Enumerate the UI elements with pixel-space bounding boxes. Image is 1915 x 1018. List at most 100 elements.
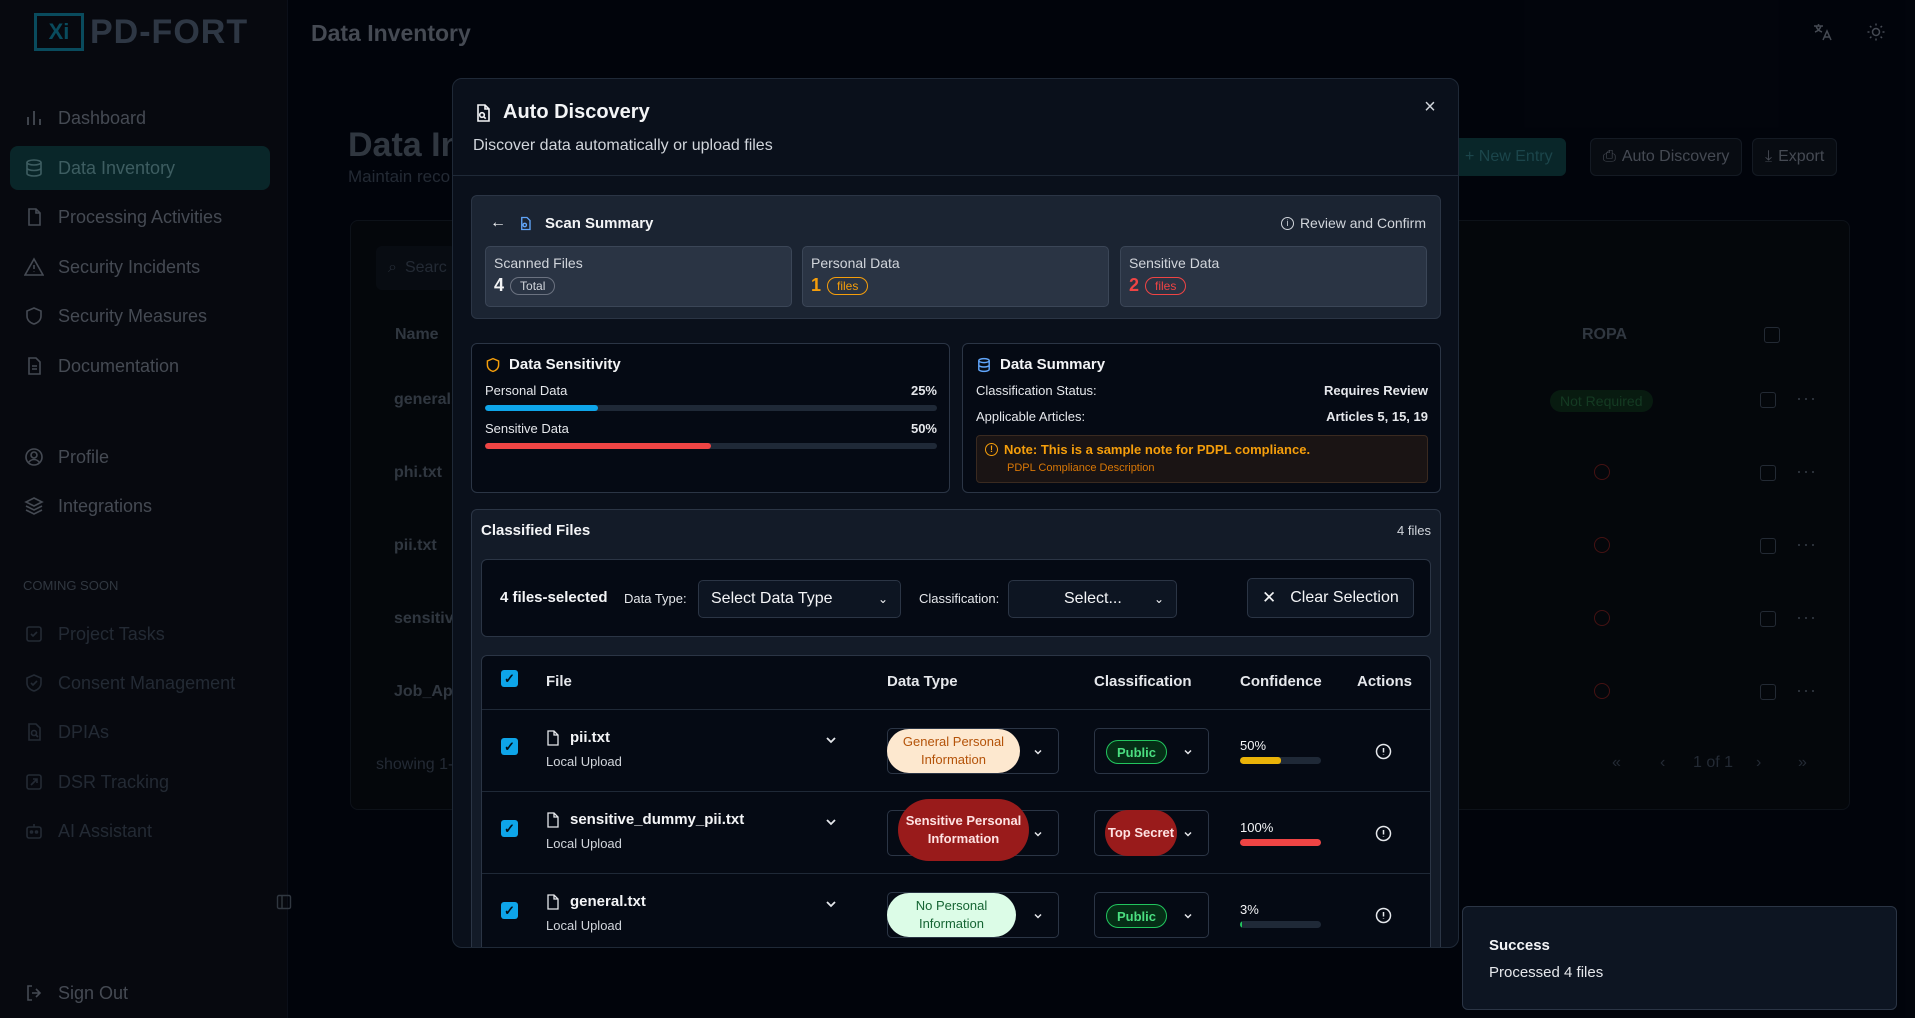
data-sensitivity-panel: Data Sensitivity Personal Data 25% Sensi…	[471, 343, 950, 493]
file-icon	[547, 811, 559, 828]
column-header-classification: Classification	[1094, 673, 1192, 690]
file-icon	[547, 893, 559, 910]
stat-personal-data: Personal Data 1 files	[802, 246, 1109, 307]
confidence-track	[1240, 757, 1321, 764]
row-checkbox[interactable]: ✓	[501, 820, 518, 837]
row-checkbox[interactable]: ✓	[501, 902, 518, 919]
data-type-select[interactable]: Select Data Type ⌄	[698, 580, 901, 618]
applicable-articles-label: Applicable Articles:	[976, 409, 1086, 424]
file-name: sensitive_dummy_pii.txt	[546, 811, 744, 828]
info-icon[interactable]	[1375, 907, 1392, 924]
select-all-checkbox[interactable]: ✓	[501, 670, 518, 687]
chevron-down-icon: ⌄	[877, 592, 888, 606]
chevron-down-icon	[1184, 749, 1192, 755]
stat-label: Scanned Files	[494, 255, 583, 271]
stat-value: 2	[1129, 275, 1140, 295]
column-header-confidence: Confidence	[1240, 673, 1322, 690]
row-divider	[482, 791, 1430, 792]
close-icon: ✕	[1262, 588, 1277, 607]
chevron-down-icon	[1034, 913, 1042, 919]
classified-files-table: ✓ File Data Type Classification Confiden…	[481, 655, 1431, 947]
confidence-fill	[1240, 921, 1243, 928]
clear-selection-label: Clear Selection	[1290, 589, 1399, 606]
classification-status-value: Requires Review	[1323, 383, 1428, 398]
data-type-select-value: Select Data Type	[711, 590, 833, 607]
bar-label: Personal Data	[485, 383, 568, 398]
review-and-confirm[interactable]: i Review and Confirm	[1280, 215, 1426, 231]
stat-label: Sensitive Data	[1129, 255, 1220, 271]
applicable-articles-value: Articles 5, 15, 19	[1326, 409, 1428, 424]
classified-files-count: 4 files	[1397, 523, 1431, 538]
stat-scanned-files: Scanned Files 4 Total	[485, 246, 792, 307]
data-sensitivity-title: Data Sensitivity	[509, 356, 621, 373]
auto-discovery-modal: Auto Discovery Discover data automatical…	[452, 78, 1459, 948]
scan-summary-header: ← Scan Summary	[490, 214, 653, 232]
close-icon[interactable]: ×	[1420, 97, 1440, 117]
data-type-label: Data Type:	[624, 591, 687, 606]
progress-track	[485, 443, 937, 449]
info-icon[interactable]	[1375, 825, 1392, 842]
chevron-down-icon	[1184, 831, 1192, 837]
data-summary-panel: Data Summary Classification Status: Requ…	[962, 343, 1441, 493]
chevron-down-icon: ⌄	[1153, 592, 1164, 606]
chevron-down-icon	[1034, 749, 1042, 755]
classification-badge: Public	[1106, 740, 1167, 764]
confidence-value: 100%	[1240, 820, 1274, 835]
data-summary-title: Data Summary	[1000, 356, 1106, 373]
classification-select[interactable]: Select... ⌄	[1008, 580, 1177, 618]
chevron-down-icon	[1184, 913, 1192, 919]
applicable-articles-row: Applicable Articles: Articles 5, 15, 19	[976, 409, 1428, 424]
file-source: Local Upload	[546, 836, 622, 851]
file-name: pii.txt	[546, 729, 610, 746]
file-source: Local Upload	[546, 754, 622, 769]
chevron-down-icon	[1034, 831, 1042, 837]
bulk-selection-bar: 4 files-selected Data Type: Select Data …	[481, 559, 1431, 637]
chevron-down-icon[interactable]	[824, 815, 838, 829]
row-divider	[482, 873, 1430, 874]
selected-count: 4 files-selected	[500, 589, 608, 606]
stat-value: 1	[811, 275, 822, 295]
file-name-text: pii.txt	[570, 729, 610, 746]
classification-badge: Top Secret	[1105, 810, 1177, 856]
confidence-track	[1240, 921, 1321, 928]
file-source: Local Upload	[546, 918, 622, 933]
data-type-badge: Sensitive Personal Information	[898, 799, 1029, 861]
scan-summary-panel: ← Scan Summary i Review and Confirm Scan…	[471, 195, 1441, 319]
stat-pill: files	[827, 276, 869, 295]
shield-icon	[486, 357, 500, 372]
scan-document-icon	[521, 216, 531, 230]
column-header-data-type: Data Type	[887, 673, 958, 690]
confidence-fill	[1240, 839, 1321, 846]
toast-title: Success	[1489, 937, 1550, 954]
database-icon	[978, 357, 990, 372]
confidence-value: 3%	[1240, 902, 1259, 917]
row-checkbox[interactable]: ✓	[501, 738, 518, 755]
chevron-down-icon[interactable]	[824, 897, 838, 911]
confidence-value: 50%	[1240, 738, 1267, 753]
file-icon	[547, 729, 559, 746]
scan-summary-title: Scan Summary	[545, 214, 654, 232]
classification-label: Classification:	[919, 591, 1000, 606]
column-header-actions: Actions	[1357, 673, 1413, 690]
modal-title-text: Auto Discovery	[503, 101, 650, 123]
back-arrow-icon[interactable]: ←	[490, 214, 506, 232]
stat-value: 4	[494, 275, 505, 295]
confidence-fill	[1240, 757, 1281, 764]
chevron-down-icon[interactable]	[824, 733, 838, 747]
file-name-text: sensitive_dummy_pii.txt	[570, 811, 745, 828]
review-label: Review and Confirm	[1299, 215, 1426, 231]
data-sensitivity-header: Data Sensitivity	[485, 356, 621, 373]
modal-subtitle: Discover data automatically or upload fi…	[473, 137, 773, 154]
confidence-track	[1240, 839, 1321, 846]
clear-selection-button[interactable]: ✕ Clear Selection	[1247, 578, 1414, 618]
file-name: general.txt	[546, 893, 646, 910]
data-type-badge: General Personal Information	[887, 729, 1020, 773]
data-type-badge: No Personal Information	[887, 893, 1016, 937]
progress-track	[485, 405, 937, 411]
bar-percent: 25%	[910, 383, 937, 398]
progress-fill	[485, 405, 598, 411]
data-summary-header: Data Summary	[976, 356, 1105, 373]
classification-status-label: Classification Status:	[976, 383, 1097, 398]
classification-badge: Public	[1106, 904, 1167, 928]
info-icon[interactable]	[1375, 743, 1392, 760]
